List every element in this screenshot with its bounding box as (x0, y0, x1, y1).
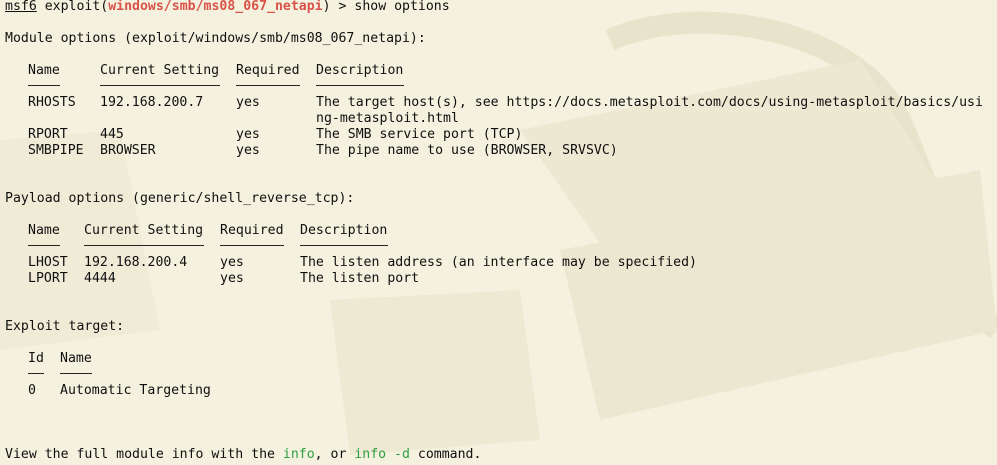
footer-text: View the full module info with the (5, 447, 283, 462)
footer-text: command. (409, 447, 482, 462)
target-header-name: Name (60, 351, 92, 366)
option-required: yes (220, 271, 244, 286)
header-underline (316, 85, 404, 86)
header-underline (28, 373, 44, 374)
target-id: 0 (28, 383, 36, 398)
option-required: yes (236, 143, 260, 158)
option-description: The SMB service port (TCP) (316, 127, 523, 142)
header-underline (100, 85, 220, 86)
option-description: The pipe name to use (BROWSER, SRVSVC) (316, 143, 618, 158)
header-underline (84, 245, 204, 246)
option-name: LPORT (28, 271, 68, 286)
option-description-wrap: ng-metasploit.html (316, 111, 459, 126)
module-header-required: Required (236, 63, 300, 78)
header-underline (220, 245, 284, 246)
option-name: SMBPIPE (28, 143, 84, 158)
msf-prompt-label: msf6 (5, 0, 37, 14)
payload-header-description: Description (300, 223, 388, 238)
footer-text: , or (314, 447, 355, 462)
target-name: Automatic Targeting (60, 383, 211, 398)
option-value: 4444 (84, 271, 116, 286)
option-description: The listen port (300, 271, 420, 286)
module-options-heading: Module options (exploit/windows/smb/ms08… (5, 31, 426, 46)
option-description: The listen address (an interface may be … (300, 255, 697, 270)
info-command: info (282, 447, 315, 462)
option-name: RHOSTS (28, 95, 76, 110)
option-required: yes (236, 95, 260, 110)
option-name: RPORT (28, 127, 68, 142)
module-header-name: Name (28, 63, 60, 78)
header-underline (28, 85, 60, 86)
header-underline (28, 245, 60, 246)
module-header-current-setting: Current Setting (100, 63, 220, 78)
option-value: 192.168.200.4 (84, 255, 188, 270)
payload-header-current-setting: Current Setting (84, 223, 204, 238)
info-d-command: info -d (354, 447, 410, 462)
header-underline (60, 373, 92, 374)
payload-header-required: Required (220, 223, 284, 238)
payload-header-name: Name (28, 223, 60, 238)
prompt-separator: ) > (322, 0, 355, 14)
option-required: yes (236, 127, 260, 142)
prompt-command: show options (354, 0, 450, 14)
option-value: BROWSER (100, 143, 156, 158)
option-value: 445 (100, 127, 124, 142)
exploit-target-heading: Exploit target: (5, 319, 125, 334)
payload-options-heading: Payload options (generic/shell_reverse_t… (5, 191, 355, 206)
prompt-line: msf6 exploit(windows/smb/ms08_067_netapi… (5, 0, 450, 15)
terminal: msf6 exploit(windows/smb/ms08_067_netapi… (5, 0, 997, 465)
option-value: 192.168.200.7 (100, 95, 204, 110)
option-name: LHOST (28, 255, 68, 270)
header-underline (300, 245, 388, 246)
option-description: The target host(s), see https://docs.met… (316, 95, 983, 110)
prompt-module-path: windows/smb/ms08_067_netapi (108, 0, 323, 14)
prompt-exploit-label: exploit( (36, 0, 109, 14)
module-header-description: Description (316, 63, 404, 78)
header-underline (236, 85, 300, 86)
target-header-id: Id (28, 351, 44, 366)
option-required: yes (220, 255, 244, 270)
footer-hint: View the full module info with the info,… (5, 447, 481, 463)
